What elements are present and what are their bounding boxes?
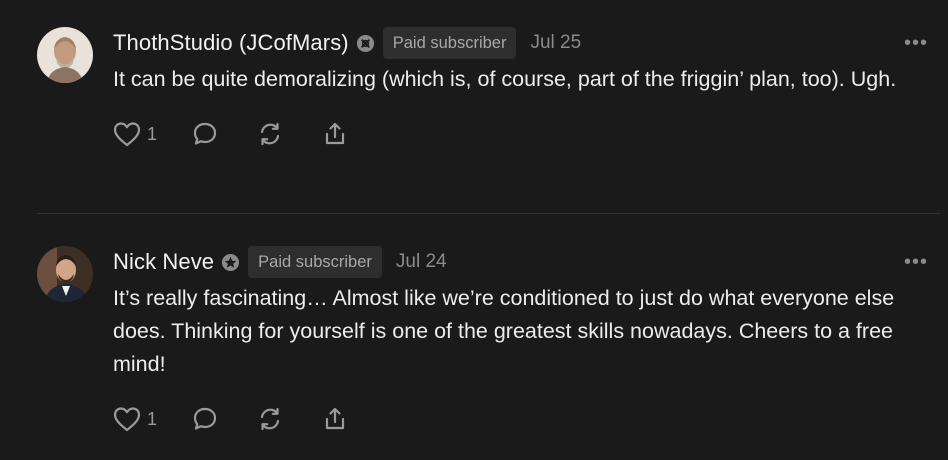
comment-text: It’s really fascinating… Almost like we’… <box>113 286 895 376</box>
more-options-icon[interactable]: ••• <box>904 32 928 55</box>
avatar[interactable] <box>37 27 93 83</box>
restack-button[interactable] <box>256 405 284 433</box>
subscriber-badge-icon <box>221 253 240 272</box>
restack-icon <box>256 120 284 148</box>
comment-actions: 1 <box>113 120 948 148</box>
paid-subscriber-pill: Paid subscriber <box>382 27 517 59</box>
comment: ThothStudio (JCofMars) Paid subscriber J… <box>0 27 948 148</box>
comment-date[interactable]: Jul 25 <box>530 32 581 54</box>
author-name[interactable]: ThothStudio (JCofMars) <box>113 30 349 56</box>
comment-actions: 1 <box>113 405 948 433</box>
paid-subscriber-pill: Paid subscriber <box>248 246 382 278</box>
reply-button[interactable] <box>191 120 219 148</box>
comment: Nick Neve Paid subscriber Jul 24 ••• It’… <box>0 246 948 433</box>
share-icon <box>321 120 349 148</box>
like-count: 1 <box>147 408 158 429</box>
restack-button[interactable] <box>256 120 284 148</box>
avatar[interactable] <box>37 246 93 302</box>
like-button[interactable]: 1 <box>113 121 157 147</box>
comment-bubble-icon <box>191 120 219 148</box>
comment-divider <box>37 213 940 214</box>
comment-bubble-icon <box>191 405 219 433</box>
comment-date[interactable]: Jul 24 <box>396 251 447 273</box>
like-button[interactable]: 1 <box>113 406 157 432</box>
reply-button[interactable] <box>191 405 219 433</box>
like-count: 1 <box>147 123 158 144</box>
author-name[interactable]: Nick Neve <box>113 249 214 275</box>
share-icon <box>321 405 349 433</box>
more-options-icon[interactable]: ••• <box>904 251 928 274</box>
heart-icon <box>113 406 141 432</box>
comment-text: It can be quite demoralizing (which is, … <box>113 67 897 91</box>
heart-icon <box>113 121 141 147</box>
restack-icon <box>256 405 284 433</box>
comment-header: ThothStudio (JCofMars) Paid subscriber J… <box>113 27 948 59</box>
share-button[interactable] <box>321 120 349 148</box>
comment-header: Nick Neve Paid subscriber Jul 24 ••• <box>113 246 948 278</box>
subscriber-badge-icon <box>356 34 375 53</box>
share-button[interactable] <box>321 405 349 433</box>
